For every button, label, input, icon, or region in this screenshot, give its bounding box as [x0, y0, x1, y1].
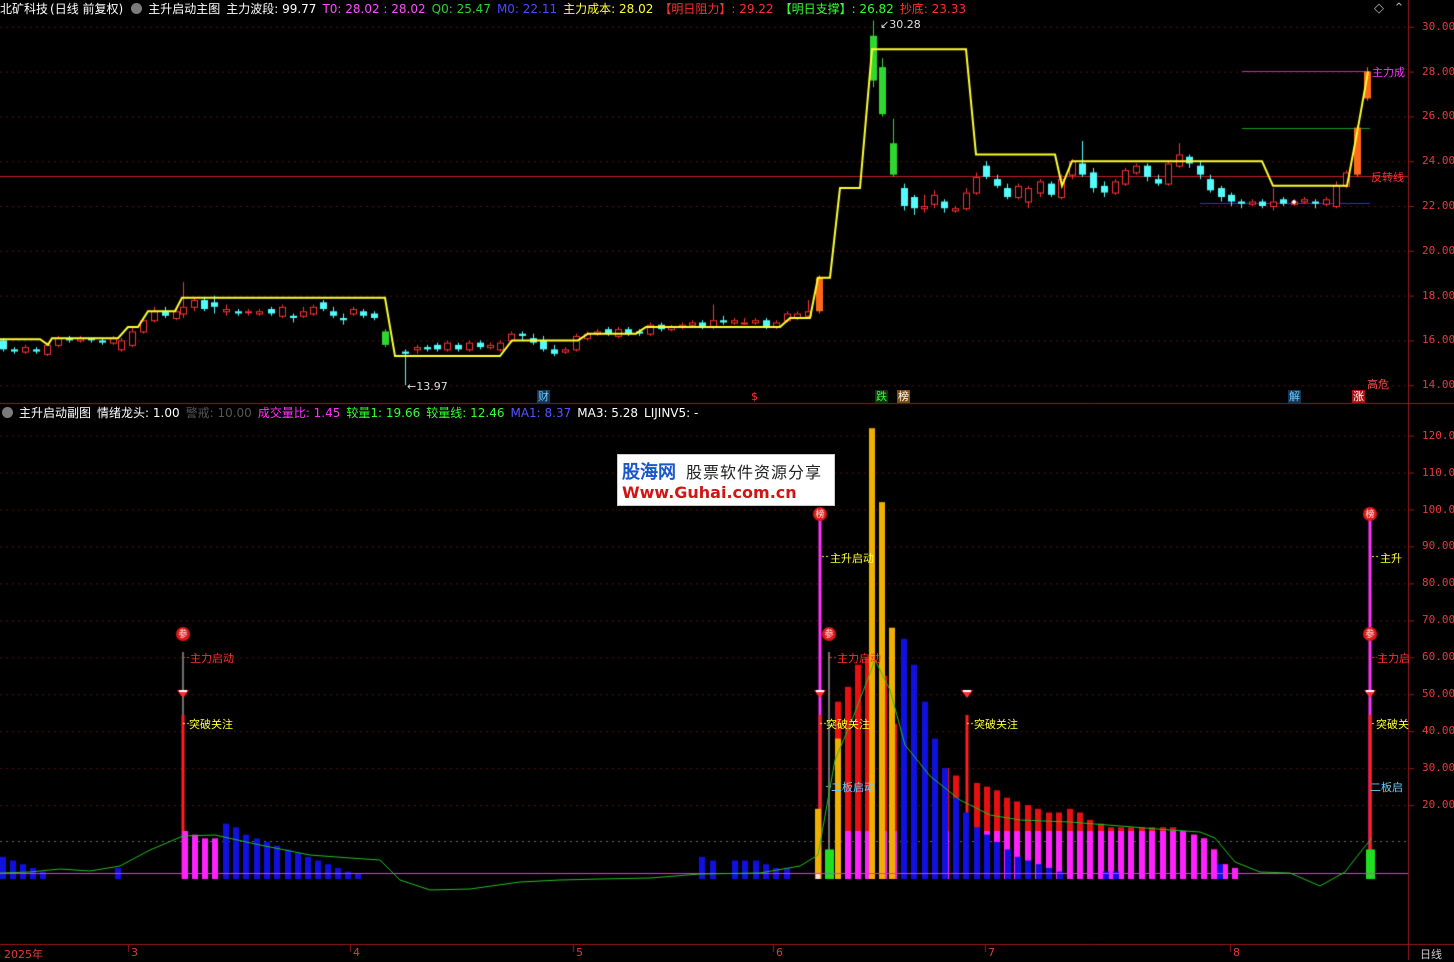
indicator-value-7: LIJINV5: -	[644, 406, 699, 420]
event-tag[interactable]: 财	[537, 390, 550, 403]
sub-tick: 30.00	[1422, 761, 1454, 775]
sub-indicator-name[interactable]: 主升启动副图	[19, 406, 91, 420]
watermark-brand: 股海网	[622, 462, 676, 483]
signal-label: 突破关注	[189, 718, 233, 731]
low-price-label: ←13.97	[407, 380, 448, 393]
event-tag[interactable]: 解	[1288, 390, 1301, 403]
signal-label: 突破关注	[826, 718, 870, 731]
signal-label: 二板启	[1370, 781, 1403, 794]
sub-tick: 40.00	[1422, 724, 1454, 738]
indicator-value-5: 【明日阻力】: 29.22	[659, 2, 774, 16]
watermark-slogan: 股票软件资源分享	[686, 463, 823, 482]
period-label: (日线 前复权)	[50, 2, 124, 16]
time-tick: 5	[576, 946, 583, 959]
sub-tick: 120.00	[1422, 428, 1454, 442]
indicator-value-1: T0: 28.02 : 28.02	[322, 2, 426, 16]
time-tick: 8	[1233, 946, 1240, 959]
price-tick: 28.00	[1422, 64, 1454, 78]
watermark-url: Www.Guhai.com.cn	[622, 483, 797, 502]
main-cost-line-label: 主力成	[1372, 66, 1405, 79]
signal-label: 突破关	[1376, 718, 1409, 731]
indicator-value-4: 较量线: 12.46	[426, 406, 505, 420]
chevron-up-icon[interactable]: ⌃	[1392, 2, 1406, 16]
main-chart-header: 北矿科技 (日线 前复权) 主升启动主图 主力波段: 99.77 T0: 28.02 :…	[0, 0, 978, 18]
price-tick: 14.00	[1422, 378, 1454, 392]
indicator-value-5: MA1: 8.37	[510, 406, 572, 420]
sub-tick: 100.00	[1422, 502, 1454, 516]
signal-label: 主力启动	[190, 652, 234, 665]
time-tick: 3	[131, 946, 138, 959]
sub-indicator-values: 情绪龙头: 1.00 警戒: 10.00 成交量比: 1.45 较量1: 19.66 较…	[97, 406, 704, 420]
indicator-value-1: 警戒: 10.00	[185, 406, 252, 420]
indicator-value-0: 情绪龙头: 1.00	[97, 406, 180, 420]
indicator-value-7: 抄底: 23.33	[899, 2, 967, 16]
stock-name[interactable]: 北矿科技	[0, 2, 48, 16]
sub-tick: 60.00	[1422, 650, 1454, 664]
sub-tick: 70.00	[1422, 613, 1454, 627]
low-price-value: 13.97	[416, 380, 448, 393]
event-tag[interactable]: 跌	[875, 390, 888, 403]
event-tag[interactable]: 榜	[897, 390, 910, 403]
price-tick: 30.00	[1422, 19, 1454, 33]
high-price-value: 30.28	[889, 18, 921, 31]
price-tick: 24.00	[1422, 154, 1454, 168]
price-tick: 26.00	[1422, 109, 1454, 123]
time-tick: 4	[353, 946, 360, 959]
signal-label: 主力启动	[837, 652, 881, 665]
indicator-value-3: M0: 22.11	[496, 2, 558, 16]
indicator-value-0: 主力波段: 99.77	[226, 2, 317, 16]
sub-indicator-settings-icon[interactable]	[2, 407, 13, 418]
watermark: 股海网 股票软件资源分享 Www.Guhai.com.cn	[617, 454, 835, 506]
indicator-settings-icon[interactable]	[131, 3, 143, 14]
event-tag[interactable]: 高危	[1366, 378, 1390, 391]
main-indicator-name[interactable]: 主升启动主图	[148, 2, 220, 16]
sub-tick: 90.00	[1422, 539, 1454, 553]
diamond-icon[interactable]: ◇	[1372, 2, 1386, 16]
price-tick: 18.00	[1422, 288, 1454, 302]
reversal-line-label: 反转线	[1371, 171, 1404, 184]
indicator-value-3: 较量1: 19.66	[346, 406, 421, 420]
event-tag[interactable]: $	[750, 390, 759, 403]
high-price-label: ↙30.28	[880, 18, 921, 31]
indicator-value-2: 成交量比: 1.45	[257, 406, 341, 420]
price-tick: 20.00	[1422, 243, 1454, 257]
event-tag[interactable]: 涨	[1352, 390, 1365, 403]
time-tick: 7	[988, 946, 995, 959]
indicator-value-6: 【明日支撑】: 26.82	[779, 2, 894, 16]
indicator-value-2: Q0: 25.47	[431, 2, 491, 16]
signal-label: 主升启动	[830, 552, 874, 565]
indicator-value-4: 主力成本: 28.02	[563, 2, 654, 16]
price-tick: 22.00	[1422, 199, 1454, 212]
signal-label: 主力启	[1377, 652, 1410, 665]
sub-chart-header: 主升启动副图 情绪龙头: 1.00 警戒: 10.00 成交量比: 1.45 较量1: …	[0, 404, 710, 422]
signal-label: 二板启动	[831, 781, 875, 794]
signal-label: 突破关注	[974, 718, 1018, 731]
sub-tick: 20.00	[1422, 798, 1454, 812]
sub-tick: 50.00	[1422, 687, 1454, 701]
indicator-value-6: MA3: 5.28	[577, 406, 639, 420]
main-indicator-values: 主力波段: 99.77 T0: 28.02 : 28.02 Q0: 25.47 M0:…	[226, 2, 972, 16]
sub-tick: 110.00	[1422, 465, 1454, 479]
signal-label: 主升	[1380, 552, 1402, 565]
time-tick: 6	[776, 946, 783, 959]
price-tick: 16.00	[1422, 333, 1454, 347]
sub-tick: 80.00	[1422, 576, 1454, 590]
